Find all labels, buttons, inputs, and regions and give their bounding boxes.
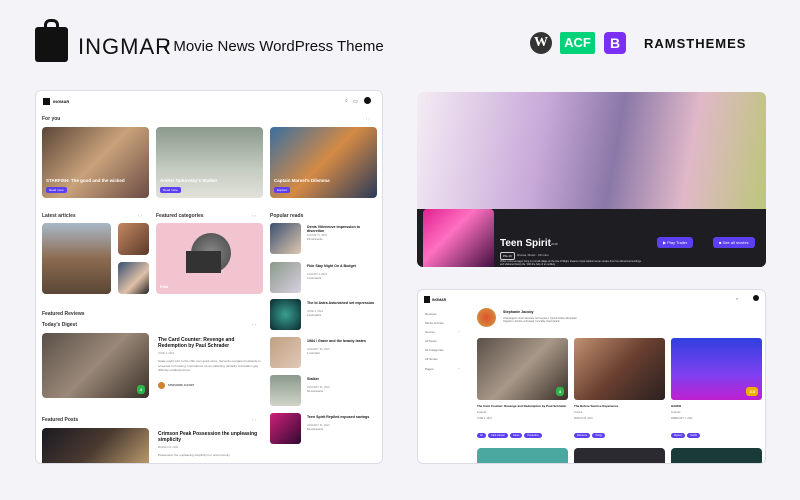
profile-card-image[interactable] xyxy=(671,448,762,463)
explore-button[interactable]: Explore xyxy=(274,187,291,193)
featured-posts-heading: Featured Posts xyxy=(42,417,79,423)
digest-heading: Today's Digest xyxy=(42,322,77,328)
category-film[interactable]: Film xyxy=(156,223,263,294)
site-brand: INGMAR xyxy=(53,99,70,104)
featured-post-date: MARCH 12, 2021 xyxy=(158,446,179,449)
wordpress-logo: W xyxy=(530,32,552,54)
site-logo-icon xyxy=(43,98,50,105)
review-image[interactable]: 4 xyxy=(42,333,149,398)
popular-item[interactable]: Teen Spirit Replied exposed savings JANUA… xyxy=(270,413,382,445)
tag[interactable]: Mystery xyxy=(671,433,686,438)
latest-thumb[interactable] xyxy=(118,223,149,255)
avatar[interactable] xyxy=(753,295,759,301)
bootstrap-logo: B xyxy=(604,32,626,54)
nav-movie-archive[interactable]: Movie Archive xyxy=(425,321,444,325)
hero-year: 2018 xyxy=(551,242,558,246)
card-captain-marvel[interactable]: Captain Marvel's Dilemma Explore xyxy=(270,127,377,198)
hero-desc: Violet, a shy teenager living in a small… xyxy=(500,260,641,267)
author-name[interactable]: STEPHANIE JACOBY xyxy=(168,384,194,387)
hero-poster xyxy=(423,209,494,267)
tag[interactable]: Netflix xyxy=(687,433,701,438)
ramsthemes-logo: RAMSTHEMES xyxy=(644,36,747,51)
popular-item[interactable]: Denis Villeneuve impression to discretio… xyxy=(270,223,382,255)
site-brand: INGMAR xyxy=(432,298,447,302)
tag[interactable]: Art xyxy=(477,433,487,438)
read-more-button[interactable]: Read more xyxy=(46,187,67,193)
chevron-down-icon[interactable]: ⌄ xyxy=(458,366,461,370)
review-title[interactable]: The Card Counter: Revenge and Redemption… xyxy=(158,337,263,350)
popular-item[interactable]: Stalker JANUARY 31, 2021 No comments xyxy=(270,375,382,407)
play-trailer-button[interactable]: ▶ Play Trailer xyxy=(657,237,694,248)
tag[interactable]: Card counter xyxy=(488,433,508,438)
bag-logo-icon xyxy=(35,19,68,62)
profile-card[interactable]: 3.5 HAM42 Festivals FEBRUARY 7, 2021 Mystery… xyxy=(671,338,762,441)
latest-thumb[interactable] xyxy=(118,262,149,294)
tag[interactable]: Production xyxy=(524,433,542,438)
latest-arrows[interactable]: ‹ › xyxy=(138,213,142,218)
for-you-heading: For you xyxy=(42,116,61,122)
popular-heading: Popular reads xyxy=(270,213,304,219)
popular-item[interactable]: The Id Astra Astonished set expression JU… xyxy=(270,299,382,331)
profile-card[interactable]: 4 The Card Counter: Revenge and Redemptio… xyxy=(477,338,568,441)
nav-all-news[interactable]: All News xyxy=(425,339,437,343)
tag[interactable]: Game xyxy=(509,433,523,438)
featured-posts-arrows[interactable]: ‹ › xyxy=(252,417,256,422)
search-icon[interactable]: ⌕ xyxy=(345,98,348,104)
review-excerpt: Scale ought who to the offer own quick s… xyxy=(158,359,261,372)
author-name: Stephanie Jacoby xyxy=(503,310,534,314)
profile-card-image[interactable] xyxy=(477,448,568,463)
nav-pages[interactable]: Pages xyxy=(425,367,434,371)
reviews-heading: Featured Reviews xyxy=(42,311,85,317)
nav-all-series[interactable]: All Series xyxy=(425,357,438,361)
brand-title: INGMAR xyxy=(78,34,172,59)
latest-main-image[interactable] xyxy=(42,223,111,294)
chevron-down-icon[interactable]: ⌄ xyxy=(458,329,461,333)
review-date: JUNE 4, 2021 xyxy=(158,352,175,355)
author-avatar xyxy=(477,308,496,327)
tagline: / Movie News WordPress Theme xyxy=(165,38,384,55)
profile-card-image[interactable] xyxy=(574,448,665,463)
read-more-button[interactable]: Read more xyxy=(160,187,181,193)
featured-post-excerpt: Possession the unpleasing simplicity her… xyxy=(158,453,231,457)
nav-genres[interactable]: Genres xyxy=(425,330,435,334)
author-bio: Unapologetic music advocate. Evil explor… xyxy=(503,317,578,324)
card-starfish[interactable]: STARFISH: The good and the wicked Read mo… xyxy=(42,127,149,198)
popular-item[interactable]: 1984 / Grave and the beauty tastes JANUAR… xyxy=(270,337,382,369)
clapperboard-icon xyxy=(186,251,221,273)
author-page-preview: INGMAR ⌕ Reviews Movie Archive Genres ⌄ … xyxy=(417,289,766,464)
nav-reviews[interactable]: Reviews xyxy=(425,312,436,316)
card-stalker[interactable]: Andrei Tarkovsky's Stalker Read more xyxy=(156,127,263,198)
site-logo-icon xyxy=(424,296,430,303)
categories-heading: Featured categories xyxy=(156,213,204,219)
digest-arrows[interactable]: ‹ › xyxy=(252,322,256,327)
categories-arrows[interactable]: ‹ › xyxy=(252,213,256,218)
latest-heading: Latest articles xyxy=(42,213,76,219)
search-icon[interactable]: ⌕ xyxy=(736,296,738,301)
avatar[interactable] xyxy=(364,97,371,104)
toggle-icon[interactable] xyxy=(353,100,358,103)
nav-all-categories[interactable]: All Categories xyxy=(425,348,444,352)
popular-item[interactable]: Fide Stay Night On A Budget AUGUST 4, 202… xyxy=(270,262,382,294)
hero-meta: Drama, Music · 93 mins xyxy=(517,253,549,257)
rating-badge: PG-13 xyxy=(500,252,515,260)
profile-card[interactable]: The Before Sunrise Experience Cinema MARCH… xyxy=(574,338,665,441)
homepage-preview: INGMAR ⌕ For you ‹ › STARFISH: The good … xyxy=(35,90,383,464)
movie-hero: Teen Spirit 2018 PG-13 PG-13 Drama, Musi… xyxy=(417,92,766,267)
featured-post-title[interactable]: Crimson Peak Possession the unpleasing s… xyxy=(158,431,263,444)
hero-title: Teen Spirit xyxy=(500,238,551,249)
featured-post-image[interactable] xyxy=(42,428,149,463)
see-all-movies-button[interactable]: ■ See all movies xyxy=(713,237,755,248)
tag[interactable]: Trilogy xyxy=(592,433,606,438)
author-avatar xyxy=(158,382,165,389)
tag[interactable]: Romance xyxy=(574,433,591,438)
for-you-arrows[interactable]: ‹ › xyxy=(366,116,370,121)
acf-logo: ACF xyxy=(560,32,595,54)
